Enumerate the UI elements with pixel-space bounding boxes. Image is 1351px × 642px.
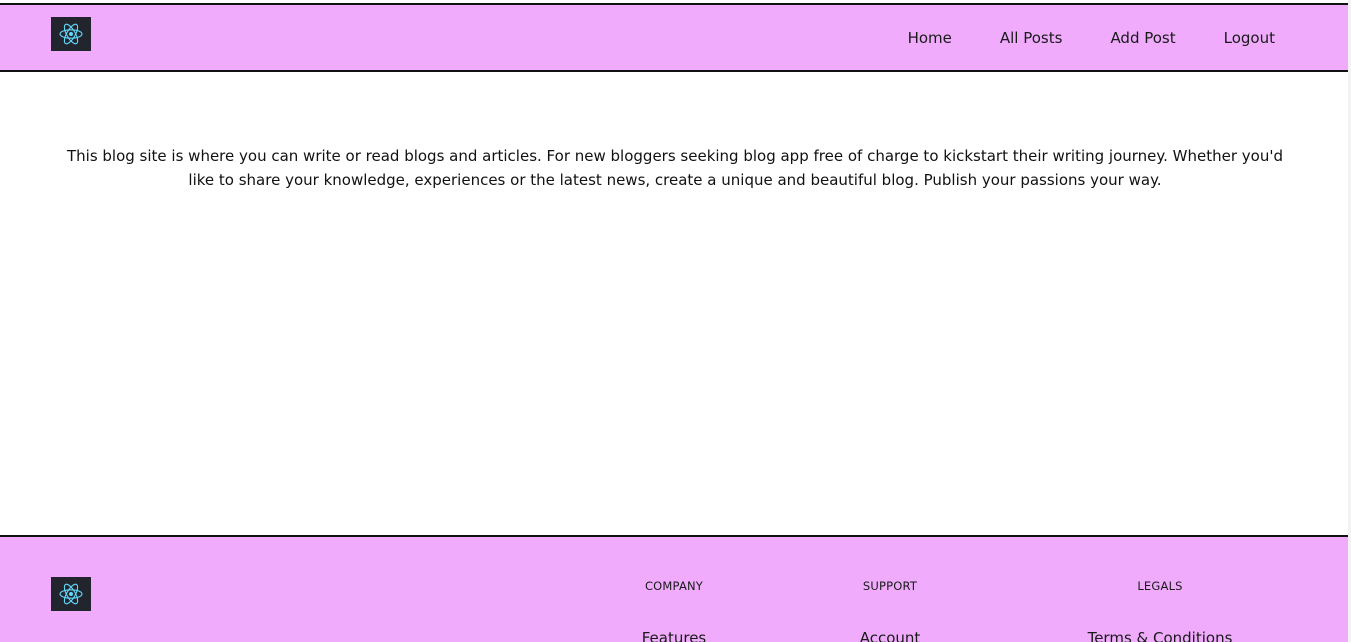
nav-add-post-link[interactable]: Add Post bbox=[1110, 29, 1175, 47]
site-footer: COMPANY Features SUPPORT Account LEGALS … bbox=[0, 535, 1348, 642]
nav-logout-link[interactable]: Logout bbox=[1224, 29, 1275, 47]
site-header: Home All Posts Add Post Logout bbox=[0, 3, 1348, 72]
nav-home-link[interactable]: Home bbox=[908, 29, 952, 47]
nav-all-posts-link[interactable]: All Posts bbox=[1000, 29, 1063, 47]
react-atom-icon bbox=[59, 583, 83, 605]
page: Home All Posts Add Post Logout This blog… bbox=[0, 0, 1351, 642]
intro-text: This blog site is where you can write or… bbox=[66, 147, 1284, 189]
main-content: This blog site is where you can write or… bbox=[0, 70, 1348, 535]
footer-link-account[interactable]: Account bbox=[830, 629, 950, 642]
logo[interactable] bbox=[51, 17, 91, 51]
react-atom-icon bbox=[59, 23, 83, 45]
footer-heading-legals: LEGALS bbox=[1137, 579, 1183, 593]
footer-heading-support: SUPPORT bbox=[862, 579, 918, 593]
footer-heading-company: COMPANY bbox=[644, 579, 704, 593]
main-nav: Home All Posts Add Post Logout bbox=[860, 5, 1275, 70]
footer-logo[interactable] bbox=[51, 577, 91, 611]
footer-link-terms[interactable]: Terms & Conditions bbox=[1075, 629, 1245, 642]
footer-link-features[interactable]: Features bbox=[614, 629, 734, 642]
